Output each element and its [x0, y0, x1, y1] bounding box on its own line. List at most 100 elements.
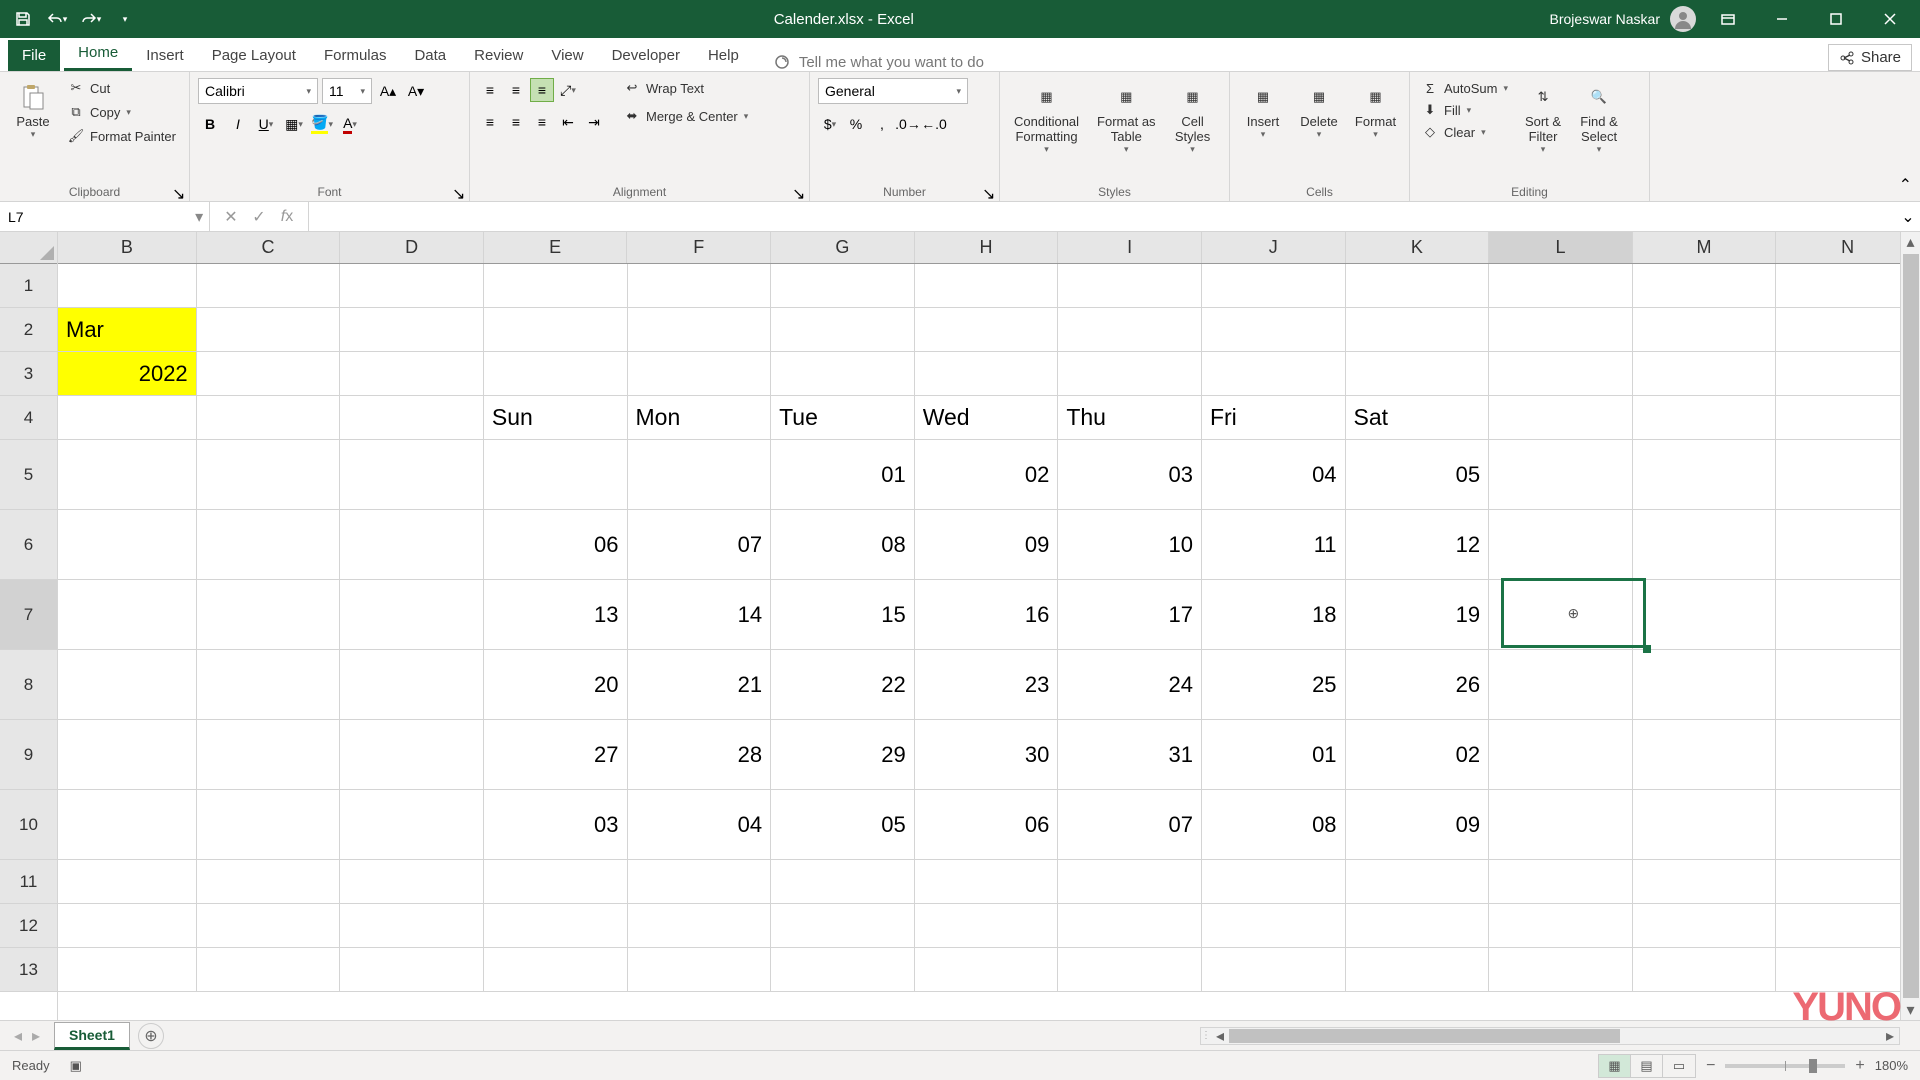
cell-B1[interactable]: [58, 264, 197, 308]
cell-D8[interactable]: [340, 650, 484, 720]
cell-G5[interactable]: 01: [771, 440, 915, 510]
cell-B13[interactable]: [58, 948, 197, 992]
cell-D9[interactable]: [340, 720, 484, 790]
tab-developer[interactable]: Developer: [598, 40, 694, 71]
cell-I13[interactable]: [1058, 948, 1202, 992]
cell-N6[interactable]: [1776, 510, 1920, 580]
col-header-M[interactable]: M: [1633, 232, 1777, 263]
cell-E1[interactable]: [484, 264, 628, 308]
orientation-icon[interactable]: ⤢▾: [556, 78, 580, 102]
grow-font-icon[interactable]: A▴: [376, 79, 400, 103]
cell-L5[interactable]: [1489, 440, 1633, 510]
cell-C6[interactable]: [197, 510, 341, 580]
cell-N9[interactable]: [1776, 720, 1920, 790]
cell-N7[interactable]: [1776, 580, 1920, 650]
col-header-F[interactable]: F: [627, 232, 771, 263]
cell-J1[interactable]: [1202, 264, 1346, 308]
cell-N2[interactable]: [1776, 308, 1920, 352]
cell-G8[interactable]: 22: [771, 650, 915, 720]
row-header-9[interactable]: 9: [0, 720, 57, 790]
cell-E5[interactable]: [484, 440, 628, 510]
cell-F6[interactable]: 07: [628, 510, 772, 580]
cell-G12[interactable]: [771, 904, 915, 948]
cell-G10[interactable]: 05: [771, 790, 915, 860]
sheet-nav-next-icon[interactable]: ▸: [28, 1026, 44, 1046]
cell-K9[interactable]: 02: [1346, 720, 1490, 790]
cell-I12[interactable]: [1058, 904, 1202, 948]
tab-home[interactable]: Home: [64, 37, 132, 71]
cell-M11[interactable]: [1633, 860, 1777, 904]
cell-K1[interactable]: [1346, 264, 1490, 308]
zoom-label[interactable]: 180%: [1875, 1058, 1908, 1073]
cell-C8[interactable]: [197, 650, 341, 720]
cell-D2[interactable]: [340, 308, 484, 352]
cell-H8[interactable]: 23: [915, 650, 1059, 720]
cell-G6[interactable]: 08: [771, 510, 915, 580]
cell-N13[interactable]: [1776, 948, 1920, 992]
cell-I5[interactable]: 03: [1058, 440, 1202, 510]
cell-I10[interactable]: 07: [1058, 790, 1202, 860]
font-color-icon[interactable]: A▾: [338, 112, 362, 136]
cell-F13[interactable]: [628, 948, 772, 992]
cell-D11[interactable]: [340, 860, 484, 904]
borders-icon[interactable]: ▦▾: [282, 112, 306, 136]
decrease-decimal-icon[interactable]: ←.0: [922, 112, 946, 136]
bold-icon[interactable]: B: [198, 112, 222, 136]
cell-B4[interactable]: [58, 396, 197, 440]
cell-B5[interactable]: [58, 440, 197, 510]
zoom-out-icon[interactable]: −: [1706, 1057, 1715, 1075]
format-cells-button[interactable]: ▦Format▾: [1350, 78, 1401, 144]
macro-record-icon[interactable]: ▣: [70, 1058, 82, 1074]
wrap-text-button[interactable]: ↩Wrap Text: [620, 78, 752, 98]
close-icon[interactable]: [1868, 0, 1912, 38]
cell-I4[interactable]: Thu: [1058, 396, 1202, 440]
row-header-2[interactable]: 2: [0, 308, 57, 352]
cell-L6[interactable]: [1489, 510, 1633, 580]
cell-I1[interactable]: [1058, 264, 1202, 308]
tab-formulas[interactable]: Formulas: [310, 40, 401, 71]
cell-D13[interactable]: [340, 948, 484, 992]
cell-E8[interactable]: 20: [484, 650, 628, 720]
cell-D12[interactable]: [340, 904, 484, 948]
cell-L8[interactable]: [1489, 650, 1633, 720]
cell-N3[interactable]: [1776, 352, 1920, 396]
shrink-font-icon[interactable]: A▾: [404, 79, 428, 103]
find-select-button[interactable]: 🔍Find & Select▾: [1574, 78, 1624, 159]
cell-C13[interactable]: [197, 948, 341, 992]
cell-N5[interactable]: [1776, 440, 1920, 510]
share-button[interactable]: Share: [1828, 44, 1912, 71]
cell-K5[interactable]: 05: [1346, 440, 1490, 510]
cell-J8[interactable]: 25: [1202, 650, 1346, 720]
col-header-I[interactable]: I: [1058, 232, 1202, 263]
conditional-formatting-button[interactable]: ▦Conditional Formatting▾: [1008, 78, 1085, 159]
cell-L11[interactable]: [1489, 860, 1633, 904]
cell-H1[interactable]: [915, 264, 1059, 308]
cell-F9[interactable]: 28: [628, 720, 772, 790]
cell-H7[interactable]: 16: [915, 580, 1059, 650]
cell-D5[interactable]: [340, 440, 484, 510]
cell-L2[interactable]: [1489, 308, 1633, 352]
maximize-icon[interactable]: [1814, 0, 1858, 38]
cell-M8[interactable]: [1633, 650, 1777, 720]
enter-formula-icon[interactable]: ✓: [248, 206, 270, 228]
cell-F11[interactable]: [628, 860, 772, 904]
tell-me-search[interactable]: Tell me what you want to do: [773, 53, 984, 71]
page-break-view-icon[interactable]: ▭: [1663, 1055, 1695, 1077]
cell-H9[interactable]: 30: [915, 720, 1059, 790]
minimize-icon[interactable]: [1760, 0, 1804, 38]
fill-color-icon[interactable]: 🪣▾: [310, 112, 334, 136]
cell-C7[interactable]: [197, 580, 341, 650]
redo-icon[interactable]: ▾: [78, 6, 104, 32]
tab-view[interactable]: View: [537, 40, 597, 71]
cell-G9[interactable]: 29: [771, 720, 915, 790]
cell-F5[interactable]: [628, 440, 772, 510]
cell-K12[interactable]: [1346, 904, 1490, 948]
cell-D7[interactable]: [340, 580, 484, 650]
align-right-icon[interactable]: ≡: [530, 110, 554, 134]
cell-C5[interactable]: [197, 440, 341, 510]
sheet-tab-active[interactable]: Sheet1: [54, 1022, 130, 1050]
cell-H2[interactable]: [915, 308, 1059, 352]
paste-button[interactable]: Paste▾: [8, 78, 58, 144]
fill-handle[interactable]: [1643, 645, 1651, 653]
cell-K10[interactable]: 09: [1346, 790, 1490, 860]
